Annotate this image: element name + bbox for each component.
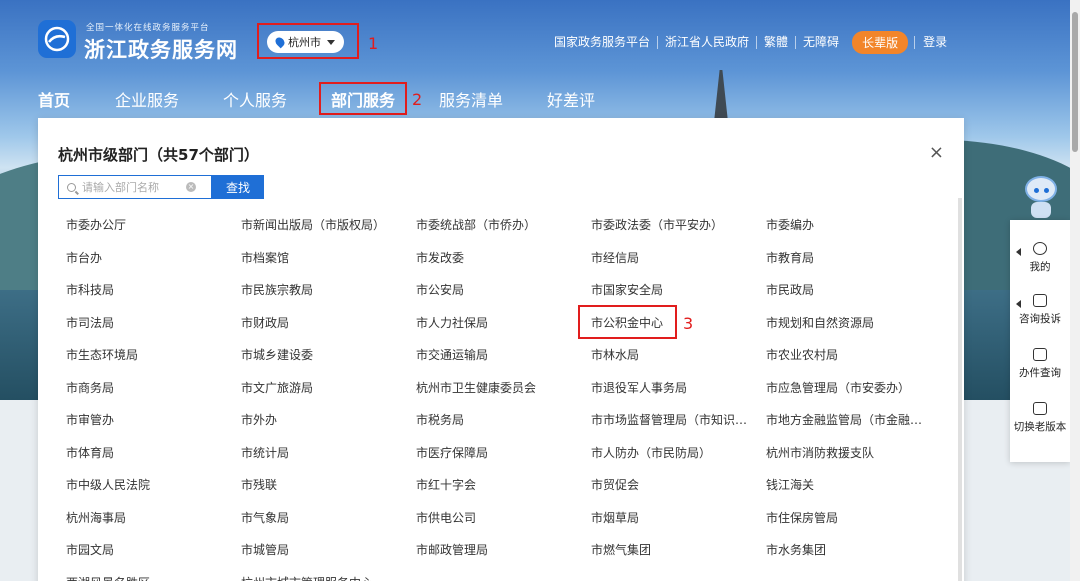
department-item[interactable]: 市审管办 [66, 409, 241, 442]
department-item[interactable]: 市档案馆 [241, 247, 416, 280]
department-search-field[interactable]: × [58, 175, 212, 199]
department-item[interactable]: 杭州海事局 [66, 507, 241, 540]
department-item[interactable]: 市文广旅游局 [241, 377, 416, 410]
department-item[interactable]: 市科技局 [66, 279, 241, 312]
department-item[interactable]: 市商务局 [66, 377, 241, 410]
department-item[interactable]: 市新闻出版局（市版权局） [241, 214, 416, 247]
department-item[interactable]: 市民族宗教局 [241, 279, 416, 312]
department-search-input[interactable] [82, 180, 182, 194]
annotation-number-1: 1 [368, 34, 379, 53]
department-item[interactable]: 市林水局 [591, 344, 766, 377]
department-item[interactable]: 市人力社保局 [416, 312, 591, 345]
department-item[interactable]: 市残联 [241, 474, 416, 507]
department-item[interactable]: 市城乡建设委 [241, 344, 416, 377]
department-item[interactable]: 市住保房管局 [766, 507, 941, 540]
panel-scrollbar[interactable] [958, 198, 962, 581]
department-item[interactable]: 钱江海关 [766, 474, 941, 507]
sidebar-item-consult-complaint[interactable]: 咨询投诉 [1010, 294, 1070, 326]
department-item[interactable]: 市中级人民法院 [66, 474, 241, 507]
close-icon[interactable]: × [929, 144, 944, 162]
login-link[interactable]: 登录 [914, 36, 954, 49]
page-scrollbar-thumb[interactable] [1072, 12, 1078, 152]
sidebar-item-case-query[interactable]: 办件查询 [1010, 348, 1070, 380]
annotation-box-1 [257, 23, 359, 59]
link-accessibility[interactable]: 无障碍 [796, 36, 846, 49]
department-item[interactable]: 市水务集团 [766, 539, 941, 572]
search-document-icon [1033, 348, 1047, 361]
department-item[interactable]: 市教育局 [766, 247, 941, 280]
nav-service-list[interactable]: 服务清单 [439, 87, 503, 111]
department-item[interactable]: 市司法局 [66, 312, 241, 345]
department-item[interactable]: 杭州市卫生健康委员会 [416, 377, 591, 410]
department-item[interactable]: 市红十字会 [416, 474, 591, 507]
switch-icon [1033, 402, 1047, 415]
department-item[interactable]: 市应急管理局（市安委办） [766, 377, 941, 410]
department-item[interactable]: 西湖风景名胜区 [66, 572, 241, 581]
department-item[interactable]: 杭州市消防救援支队 [766, 442, 941, 475]
department-item[interactable]: 市城管局 [241, 539, 416, 572]
link-national-platform[interactable]: 国家政务服务平台 [547, 36, 659, 49]
department-item[interactable]: 市供电公司 [416, 507, 591, 540]
link-province-government[interactable]: 浙江省人民政府 [658, 36, 758, 49]
department-item[interactable]: 市交通运输局 [416, 344, 591, 377]
department-item[interactable]: 市贸促会 [591, 474, 766, 507]
department-item[interactable]: 市规划和自然资源局 [766, 312, 941, 345]
department-item[interactable]: 市经信局 [591, 247, 766, 280]
pagoda-tower [714, 70, 728, 122]
department-item[interactable]: 市医疗保障局 [416, 442, 591, 475]
message-icon [1033, 294, 1047, 307]
department-item[interactable]: 市生态环境局 [66, 344, 241, 377]
panel-title: 杭州市级部门（共57个部门） [58, 146, 259, 164]
department-item[interactable]: 市委统战部（市侨办） [416, 214, 591, 247]
site-title[interactable]: 浙江政务服务网 [84, 34, 238, 64]
department-item[interactable]: 市委政法委（市平安办） [591, 214, 766, 247]
search-icon [67, 182, 76, 192]
nav-enterprise-services[interactable]: 企业服务 [115, 87, 179, 111]
department-item[interactable]: 杭州市城市管理服务中心 [241, 572, 416, 581]
logo-subtitle: 全国一体化在线政务服务平台 [86, 23, 210, 33]
department-item[interactable]: 市税务局 [416, 409, 591, 442]
department-item[interactable]: 市台办 [66, 247, 241, 280]
department-item[interactable]: 市公安局 [416, 279, 591, 312]
floating-sidebar: 我的 咨询投诉 办件查询 切换老版本 [1010, 220, 1070, 462]
department-item[interactable]: 市园文局 [66, 539, 241, 572]
sidebar-item-switch-old-version[interactable]: 切换老版本 [1010, 402, 1070, 434]
department-item[interactable]: 市委编办 [766, 214, 941, 247]
link-traditional-chinese[interactable]: 繁體 [757, 36, 797, 49]
elder-mode-button[interactable]: 长辈版 [852, 31, 909, 54]
department-item[interactable]: 市邮政管理局 [416, 539, 591, 572]
department-item[interactable]: 市燃气集团 [591, 539, 766, 572]
clear-icon[interactable]: × [186, 182, 196, 192]
department-item[interactable]: 市气象局 [241, 507, 416, 540]
sidebar-item-mine[interactable]: 我的 [1010, 242, 1070, 274]
department-item[interactable]: 市人防办（市民防局） [591, 442, 766, 475]
department-item[interactable]: 市民政局 [766, 279, 941, 312]
department-item[interactable]: 市地方金融监管局（市金融办） [766, 409, 941, 442]
user-icon [1033, 242, 1047, 255]
annotation-box-3 [578, 305, 677, 339]
department-item[interactable]: 市农业农村局 [766, 344, 941, 377]
annotation-number-3: 3 [683, 314, 694, 333]
nav-personal-services[interactable]: 个人服务 [223, 87, 287, 111]
nav-service-rating[interactable]: 好差评 [547, 87, 595, 111]
department-item[interactable]: 市统计局 [241, 442, 416, 475]
department-item[interactable]: 市委办公厅 [66, 214, 241, 247]
department-grid: 市委办公厅 市新闻出版局（市版权局） 市委统战部（市侨办） 市委政法委（市平安办） 市委… [66, 214, 946, 581]
department-item[interactable]: 市市场监督管理局（市知识产权局） [591, 409, 766, 442]
department-item[interactable]: 市外办 [241, 409, 416, 442]
nav-home[interactable]: 首页 [38, 87, 70, 111]
department-item[interactable]: 市退役军人事务局 [591, 377, 766, 410]
department-item[interactable]: 市体育局 [66, 442, 241, 475]
department-item[interactable]: 市发改委 [416, 247, 591, 280]
assistant-robot-icon[interactable] [1022, 176, 1060, 220]
site-logo-icon[interactable] [38, 20, 76, 58]
annotation-box-2 [319, 82, 407, 115]
top-links: 国家政务服务平台 浙江省人民政府 繁體 无障碍 长辈版 登录 [547, 31, 954, 54]
annotation-number-2: 2 [412, 90, 423, 109]
department-item[interactable]: 市财政局 [241, 312, 416, 345]
department-item[interactable]: 市烟草局 [591, 507, 766, 540]
search-button[interactable]: 查找 [212, 175, 264, 199]
department-dropdown-panel: 杭州市级部门（共57个部门） × × 查找 市委办公厅市新闻出版局（市版权局）市… [38, 118, 964, 581]
